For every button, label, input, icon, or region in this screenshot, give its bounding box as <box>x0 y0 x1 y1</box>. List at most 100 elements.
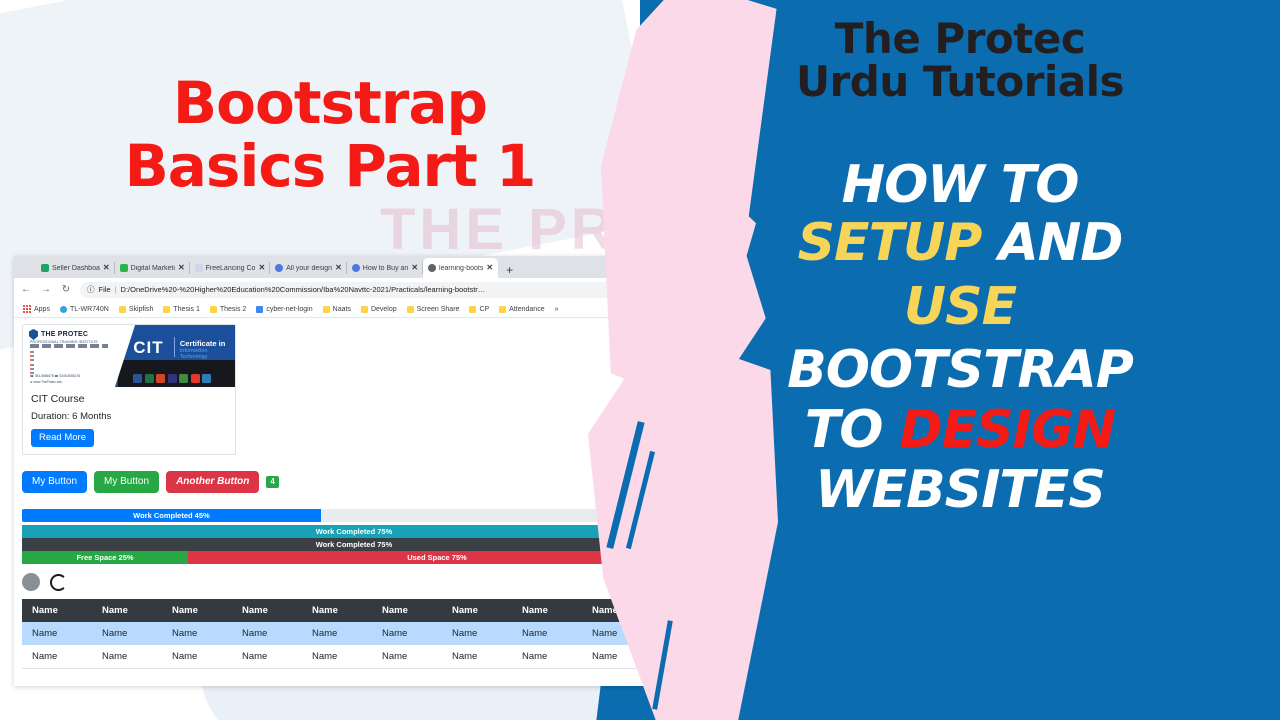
bookmark-item[interactable]: Thesis 2 <box>207 305 249 313</box>
tab-label: Digital Marketi <box>130 264 175 272</box>
canva-icon <box>351 264 360 272</box>
spinner-grow-icon <box>22 573 40 591</box>
address-bar[interactable]: ⓘ File | D:/OneDrive%20-%20Higher%20Educ… <box>80 281 649 298</box>
banner-urdu-text <box>30 344 108 348</box>
forward-icon[interactable]: → <box>40 284 52 295</box>
bookmark-label: TL-WR740N <box>69 305 109 313</box>
table-cell: Name <box>232 622 302 645</box>
video-title: Bootstrap Basics Part 1 <box>60 72 600 197</box>
browser-tab[interactable]: FreeLancing Co ✕ <box>189 258 271 278</box>
banner-divider <box>173 337 175 357</box>
spinner-row <box>22 571 686 593</box>
table-cell: Name <box>652 622 694 645</box>
bookmark-label: Attendance <box>509 305 545 313</box>
progress-fill: Work Completed 75% <box>22 525 686 538</box>
browser-tab-active[interactable]: learning-boots ✕ <box>423 258 499 278</box>
back-icon[interactable]: ← <box>20 284 32 295</box>
bookmarks-bar: Apps TL-WR740N Skipfish Thesis 1 Thesis … <box>14 301 694 318</box>
close-icon[interactable]: ✕ <box>103 264 110 272</box>
table-body: Name Name Name Name Name Name Name Name … <box>22 622 694 669</box>
bookmark-apps[interactable]: Apps <box>20 305 53 313</box>
progress-bar-split: Free Space 25% Used Space 75% <box>22 551 686 564</box>
headline-and: AND <box>981 213 1123 273</box>
close-icon[interactable]: ✕ <box>486 264 493 272</box>
browser-tab[interactable]: All your design ✕ <box>270 258 347 278</box>
table-row[interactable]: Name Name Name Name Name Name Name Name … <box>22 622 694 645</box>
table-cell: Name <box>652 645 694 669</box>
bookmark-label: Naats <box>332 305 351 313</box>
progress-section: Work Completed 45% Work Completed 75% Wo… <box>22 509 686 564</box>
table-cell: Name <box>302 622 372 645</box>
spinner-border-icon <box>50 573 67 591</box>
close-icon[interactable]: ✕ <box>411 264 418 272</box>
close-icon[interactable]: ✕ <box>178 264 185 272</box>
folder-icon <box>209 305 217 313</box>
close-icon[interactable]: ✕ <box>335 264 342 272</box>
banner-cit-text: CIT <box>133 338 164 357</box>
tab-label: learning-boots <box>439 264 484 272</box>
column-header: Name <box>512 599 582 622</box>
close-icon[interactable]: ✕ <box>258 264 265 272</box>
reload-icon[interactable]: ↻ <box>60 284 72 295</box>
globe-icon <box>428 264 437 272</box>
headline-line3: USE <box>903 277 1017 337</box>
new-tab-button[interactable]: + <box>506 264 513 276</box>
illustrator-icon <box>202 374 212 383</box>
table-cell: Name <box>22 645 92 669</box>
tab-label: FreeLancing Co <box>205 264 256 272</box>
shield-icon <box>194 264 203 272</box>
web-page-content: THE PROTEC PROFESSIONAL TRAINING INSTITU… <box>14 318 694 686</box>
headline-to: TO <box>804 400 900 460</box>
table-row[interactable]: Name Name Name Name Name Name Name Name … <box>22 645 694 669</box>
overflow-icon: » <box>554 305 559 313</box>
banner-website: ⊕ www.TheProtec.edu <box>30 380 63 384</box>
headline-line1: HOW TO <box>841 155 1080 215</box>
card-title: CIT Course <box>31 393 85 405</box>
another-button-danger[interactable]: Another Button <box>166 471 260 493</box>
bookmarks-overflow[interactable]: » <box>552 306 562 313</box>
bookmark-item[interactable]: Naats <box>320 305 354 313</box>
banner-cert-line2: Information Technology <box>179 348 208 360</box>
progress-fill: Work Completed 45% <box>22 509 321 522</box>
bookmark-item[interactable]: Thesis 1 <box>160 305 202 313</box>
button-row: My Button My Button Another Button 4 <box>22 471 686 493</box>
my-button-success[interactable]: My Button <box>94 471 160 493</box>
column-header: Name <box>582 599 652 622</box>
table-cell: Name <box>372 645 442 669</box>
bookmark-item[interactable]: Screen Share <box>404 305 463 313</box>
folder-icon <box>360 305 368 313</box>
banner-contact: ☎ 051-5566878 ☎ 0348-5556178 <box>30 374 80 378</box>
table-cell: Name <box>442 622 512 645</box>
bookmark-item[interactable]: Attendance <box>496 305 547 313</box>
bookmark-item[interactable]: cyber-net-login <box>253 305 315 313</box>
scheme-label: File <box>98 285 111 294</box>
column-header: Name <box>232 599 302 622</box>
url-text: D:/OneDrive%20-%20Higher%20Education%20C… <box>120 285 486 294</box>
zoom-icon[interactable]: ⌕ <box>624 285 628 295</box>
table-cell: Name <box>92 645 162 669</box>
table-cell: Name <box>442 645 512 669</box>
bookmark-label: Skipfish <box>128 305 154 313</box>
bookmark-item[interactable]: CP <box>466 305 492 313</box>
free-space-fill: Free Space 25% <box>22 551 188 564</box>
headline-line2: SETUP AND <box>640 217 1280 269</box>
course-banner-image: THE PROTEC PROFESSIONAL TRAINING INSTITU… <box>23 325 235 387</box>
read-more-button[interactable]: Read More <box>31 428 94 447</box>
excel-icon <box>119 264 128 272</box>
table-cell: Name <box>162 622 232 645</box>
apps-grid-icon <box>23 305 31 313</box>
table-cell: Name <box>582 622 652 645</box>
status-badge: 4 <box>266 476 279 488</box>
youtube-thumbnail: THE PROTEC Bootstrap Basics Part 1 Selle… <box>0 0 1280 720</box>
browser-tab[interactable]: Seller Dashboa ✕ <box>36 258 115 278</box>
bookmark-item[interactable]: Develop <box>358 305 400 313</box>
excel-icon <box>144 374 154 383</box>
browser-tab[interactable]: Digital Marketi ✕ <box>114 258 190 278</box>
bookmark-label: CP <box>479 305 490 313</box>
bookmark-item[interactable]: TL-WR740N <box>57 305 112 313</box>
table-cell: Name <box>582 645 652 669</box>
headline-design: DESIGN <box>899 400 1117 460</box>
my-button-primary[interactable]: My Button <box>22 471 88 493</box>
bookmark-item[interactable]: Skipfish <box>116 305 157 313</box>
browser-tab[interactable]: How to Buy an ✕ <box>346 258 424 278</box>
